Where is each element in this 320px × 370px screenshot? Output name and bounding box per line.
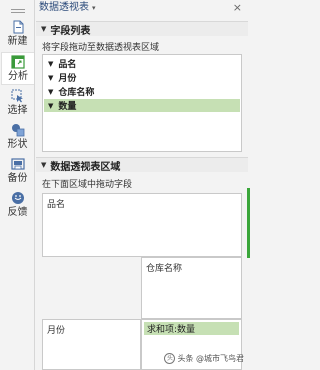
- toolbar-feedback-button[interactable]: 反馈: [1, 189, 34, 222]
- filter-zone[interactable]: 品名: [42, 193, 242, 257]
- pivot-table-panel: 数据透视表 ▾ × ▼ 字段列表 将字段拖动至数据透视表区域 ▼ 品名 ▼ 月份…: [36, 0, 248, 370]
- filter-zone-field[interactable]: 品名: [47, 197, 65, 210]
- chevron-down-icon[interactable]: ▾: [92, 2, 96, 14]
- toolbar-new-button[interactable]: 新建: [1, 18, 34, 51]
- watermark: 头 头条 @城市飞鸟君: [164, 353, 244, 364]
- shapes-icon: [11, 124, 24, 137]
- toolbar-shape-label: 形状: [7, 139, 28, 150]
- toolbar-analysis-label: 分析: [8, 71, 28, 82]
- panel-header: 数据透视表 ▾ ×: [36, 0, 248, 16]
- collapse-caret-icon[interactable]: ▼: [41, 161, 46, 169]
- toolbar-new-label: 新建: [7, 36, 28, 47]
- watermark-logo-icon: 头: [164, 353, 176, 364]
- value-zone-field[interactable]: 求和项:数量: [144, 322, 239, 335]
- field-list: ▼ 品名 ▼ 月份 ▼ 仓库名称 ▼ 数量: [42, 54, 242, 152]
- pivot-areas-hint: 在下面区域中拖动字段: [42, 180, 133, 190]
- column-zone[interactable]: 仓库名称: [141, 257, 242, 319]
- field-expand-icon[interactable]: ▼: [48, 102, 53, 110]
- panel-resize-handle[interactable]: [247, 188, 250, 258]
- select-cursor-icon: [11, 89, 23, 103]
- row-zone-field[interactable]: 月份: [47, 323, 65, 336]
- toolbar-analysis-button[interactable]: 分析: [1, 52, 34, 85]
- collapse-caret-icon[interactable]: ▼: [41, 25, 46, 33]
- field-expand-icon[interactable]: ▼: [48, 88, 53, 96]
- toolbar-backup-label: 备份: [7, 173, 28, 184]
- toolbar-shape-button[interactable]: 形状: [1, 121, 34, 154]
- watermark-text: 头条 @城市飞鸟君: [177, 354, 244, 363]
- field-list-section-header[interactable]: ▼ 字段列表: [36, 21, 248, 37]
- column-zone-field[interactable]: 仓库名称: [146, 261, 182, 274]
- backup-icon: [10, 158, 25, 170]
- row-zone[interactable]: 月份: [42, 319, 141, 370]
- field-expand-icon[interactable]: ▼: [48, 74, 53, 82]
- feedback-icon: [11, 192, 24, 204]
- toolbar-feedback-label: 反馈: [7, 207, 28, 218]
- side-toolbar: 新建 分析 选择 形状 备份 反馈: [0, 0, 35, 370]
- panel-title[interactable]: 数据透视表: [39, 2, 89, 14]
- field-expand-icon[interactable]: ▼: [48, 60, 53, 68]
- field-label: 仓库名称: [58, 88, 95, 98]
- field-list-title: 字段列表: [50, 25, 91, 37]
- field-label: 品名: [58, 60, 77, 70]
- pivot-areas-section-header[interactable]: ▼ 数据透视表区域: [36, 157, 248, 173]
- field-label: 数量: [58, 102, 77, 112]
- toolbar-backup-button[interactable]: 备份: [1, 155, 34, 188]
- pivot-analysis-icon: [11, 55, 25, 69]
- toolbar-select-label: 选择: [7, 105, 28, 116]
- field-item-cangku[interactable]: ▼ 仓库名称: [44, 85, 240, 99]
- field-list-hint: 将字段拖动至数据透视表区域: [42, 43, 160, 53]
- new-file-icon: [13, 20, 23, 34]
- toolbar-grip-icon[interactable]: [11, 9, 25, 13]
- close-icon[interactable]: ×: [233, 2, 242, 14]
- field-item-pinming[interactable]: ▼ 品名: [44, 57, 240, 71]
- field-label: 月份: [58, 74, 77, 84]
- toolbar-select-button[interactable]: 选择: [1, 87, 34, 120]
- field-item-shuliang[interactable]: ▼ 数量: [44, 99, 240, 112]
- pivot-areas-title: 数据透视表区域: [50, 161, 121, 173]
- field-item-yuefen[interactable]: ▼ 月份: [44, 71, 240, 85]
